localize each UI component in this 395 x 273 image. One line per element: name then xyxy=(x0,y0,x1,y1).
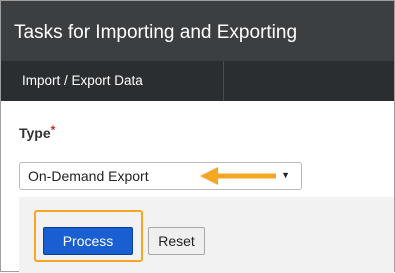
required-marker: * xyxy=(50,123,56,137)
type-label: Type* xyxy=(19,123,56,141)
type-select-value: On-Demand Export xyxy=(28,168,149,184)
tab-import-export-data[interactable]: Import / Export Data xyxy=(1,61,224,101)
reset-button[interactable]: Reset xyxy=(148,227,205,255)
page-title: Tasks for Importing and Exporting xyxy=(14,22,298,43)
process-button[interactable]: Process xyxy=(43,227,133,255)
page-header: Tasks for Importing and Exporting xyxy=(1,1,394,61)
task-panel: Tasks for Importing and Exporting Import… xyxy=(0,0,395,273)
arrow-left-icon xyxy=(200,167,276,185)
chevron-down-icon: ▼ xyxy=(281,170,290,180)
tab-bar: Import / Export Data xyxy=(1,61,394,101)
action-area: Process Reset xyxy=(19,197,394,273)
tab-label: Import / Export Data xyxy=(22,73,143,88)
type-label-text: Type xyxy=(19,125,51,141)
